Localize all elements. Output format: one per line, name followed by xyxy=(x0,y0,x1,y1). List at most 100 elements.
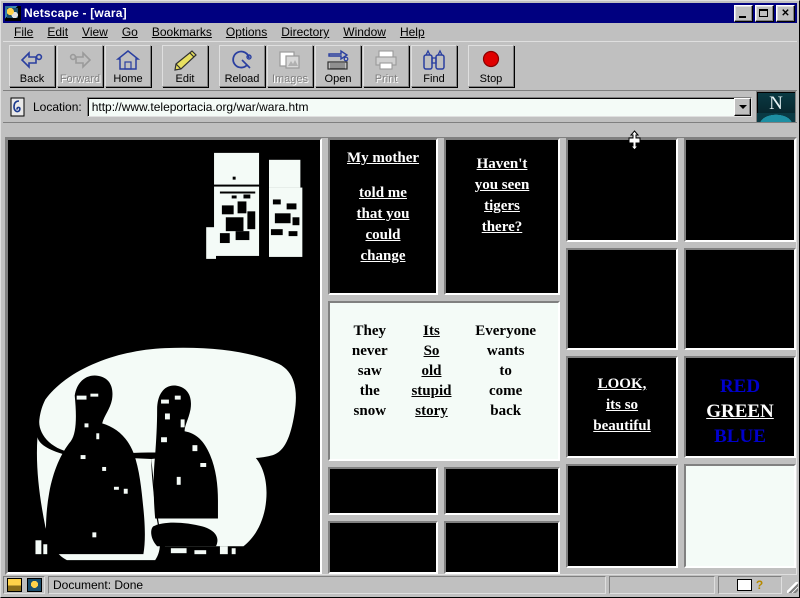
poem-c2-l3[interactable]: old xyxy=(421,363,441,379)
my-mother-line-2[interactable]: told me xyxy=(359,185,407,201)
frame-empty-8[interactable] xyxy=(684,248,796,350)
open-icon xyxy=(325,49,351,71)
tigers-text[interactable]: Haven't you seen tigers there? xyxy=(446,140,558,238)
my-mother-line-4[interactable]: could xyxy=(365,227,400,243)
netscape-window: Netscape - [wara] ✕ File Edit View Go Bo… xyxy=(0,0,800,598)
menu-bookmarks-label: Bookmarks xyxy=(152,25,212,39)
poem-c2-l4[interactable]: stupid xyxy=(411,383,451,399)
my-mother-line-3[interactable]: that you xyxy=(357,206,410,222)
frame-photo[interactable] xyxy=(6,138,322,574)
look-line-3[interactable]: beautiful xyxy=(593,418,651,434)
menu-go[interactable]: Go xyxy=(115,24,145,40)
bookmark-clip-icon xyxy=(9,97,27,117)
menu-file[interactable]: File xyxy=(7,24,40,40)
find-button[interactable]: Find xyxy=(411,45,457,87)
print-button[interactable]: Print xyxy=(363,45,409,87)
frame-empty-7[interactable] xyxy=(566,248,678,350)
broken-key-icon[interactable] xyxy=(7,578,22,592)
look-line-2[interactable]: its so xyxy=(606,397,638,413)
back-button-label: Back xyxy=(20,73,44,85)
reload-button[interactable]: Reload xyxy=(219,45,265,87)
poem-c3-l1: Everyone xyxy=(475,323,536,339)
question-mark-icon[interactable]: ? xyxy=(756,578,763,592)
toolbar: Back Forward Home xyxy=(3,41,797,91)
stop-button-label: Stop xyxy=(480,73,503,85)
home-button[interactable]: Home xyxy=(105,45,151,87)
frame-colors[interactable]: RED GREEN BLUE xyxy=(684,356,796,458)
frame-empty-5[interactable] xyxy=(566,138,678,242)
menu-directory[interactable]: Directory xyxy=(274,24,336,40)
window-controls: ✕ xyxy=(734,5,796,22)
forward-button[interactable]: Forward xyxy=(57,45,103,87)
frame-empty-4[interactable] xyxy=(444,521,560,574)
frame-empty-9[interactable] xyxy=(566,464,678,568)
menu-edit[interactable]: Edit xyxy=(40,24,75,40)
window-title: Netscape - [wara] xyxy=(24,6,734,20)
look-text[interactable]: LOOK, its so beautiful xyxy=(568,358,676,437)
tigers-line-2[interactable]: you seen xyxy=(475,177,530,193)
forward-arrow-icon xyxy=(67,49,93,71)
poem-column-2-link[interactable]: Its So old stupid story xyxy=(411,321,451,421)
menu-window-label: Window xyxy=(343,25,386,39)
menu-view[interactable]: View xyxy=(75,24,115,40)
menu-edit-label: Edit xyxy=(47,25,68,39)
frame-look[interactable]: LOOK, its so beautiful xyxy=(566,356,678,458)
netscape-icon xyxy=(5,6,21,21)
poem-c3-l3: to xyxy=(499,363,512,379)
images-button-label: Images xyxy=(272,73,308,85)
poem-c2-l1[interactable]: Its xyxy=(423,323,440,339)
location-dropdown-button[interactable] xyxy=(734,98,751,116)
my-mother-line-1[interactable]: My mother xyxy=(347,150,419,166)
tray-area: ? xyxy=(718,576,782,594)
menu-bookmarks[interactable]: Bookmarks xyxy=(145,24,219,40)
padlock-icon[interactable] xyxy=(27,578,42,592)
images-button[interactable]: Images xyxy=(267,45,313,87)
title-bar: Netscape - [wara] ✕ xyxy=(3,3,797,23)
my-mother-text[interactable]: My mother told me that you could change xyxy=(330,140,436,267)
minimize-button[interactable] xyxy=(734,5,753,22)
poem-c1-l4: the xyxy=(360,383,380,399)
stop-sign-icon xyxy=(478,49,504,71)
frame-empty-1[interactable] xyxy=(328,467,438,515)
menu-bar: File Edit View Go Bookmarks Options Dire… xyxy=(1,23,799,41)
netscape-logo-button[interactable]: N xyxy=(756,91,796,123)
colors-word-blue[interactable]: BLUE xyxy=(714,426,766,447)
photo-bw-graphic xyxy=(8,140,320,572)
back-button[interactable]: Back xyxy=(9,45,55,87)
location-input[interactable]: http://www.teleportacia.org/war/wara.htm xyxy=(87,97,752,117)
mail-icon[interactable] xyxy=(737,579,752,591)
menu-help[interactable]: Help xyxy=(393,24,432,40)
colors-word-red[interactable]: RED xyxy=(720,376,760,397)
poem-c2-l2[interactable]: So xyxy=(424,343,440,359)
frame-tigers[interactable]: Haven't you seen tigers there? xyxy=(444,138,560,295)
frame-empty-6[interactable] xyxy=(684,138,796,242)
tigers-line-1[interactable]: Haven't xyxy=(477,156,528,172)
look-line-1[interactable]: LOOK, xyxy=(598,376,647,392)
stop-button[interactable]: Stop xyxy=(468,45,514,87)
resize-grip-icon[interactable] xyxy=(785,576,799,594)
colors-text[interactable]: RED GREEN BLUE xyxy=(686,358,794,449)
tigers-line-4[interactable]: there? xyxy=(482,219,523,235)
poem-c1-l5: snow xyxy=(354,403,387,419)
frame-empty-3[interactable] xyxy=(328,521,438,574)
open-button-label: Open xyxy=(325,73,352,85)
frame-my-mother[interactable]: My mother told me that you could change xyxy=(328,138,438,295)
poem-c3-l4: come xyxy=(489,383,522,399)
poem-c2-l5[interactable]: story xyxy=(415,403,448,419)
frame-poem[interactable]: They never saw the snow Its So old stupi… xyxy=(328,301,560,461)
frame-empty-2[interactable] xyxy=(444,467,560,515)
status-bar: Document: Done ? xyxy=(3,575,799,595)
close-button[interactable]: ✕ xyxy=(776,5,795,22)
menu-options[interactable]: Options xyxy=(219,24,274,40)
open-button[interactable]: Open xyxy=(315,45,361,87)
edit-button[interactable]: Edit xyxy=(162,45,208,87)
maximize-button[interactable] xyxy=(755,5,774,22)
poem-column-1: They never saw the snow xyxy=(352,321,388,421)
menu-view-label: View xyxy=(82,25,108,39)
tigers-line-3[interactable]: tigers xyxy=(484,198,520,214)
colors-word-green[interactable]: GREEN xyxy=(706,401,774,422)
menu-window[interactable]: Window xyxy=(336,24,393,40)
menu-help-label: Help xyxy=(400,25,425,39)
frame-empty-white[interactable] xyxy=(684,464,796,568)
my-mother-line-5[interactable]: change xyxy=(361,248,406,264)
